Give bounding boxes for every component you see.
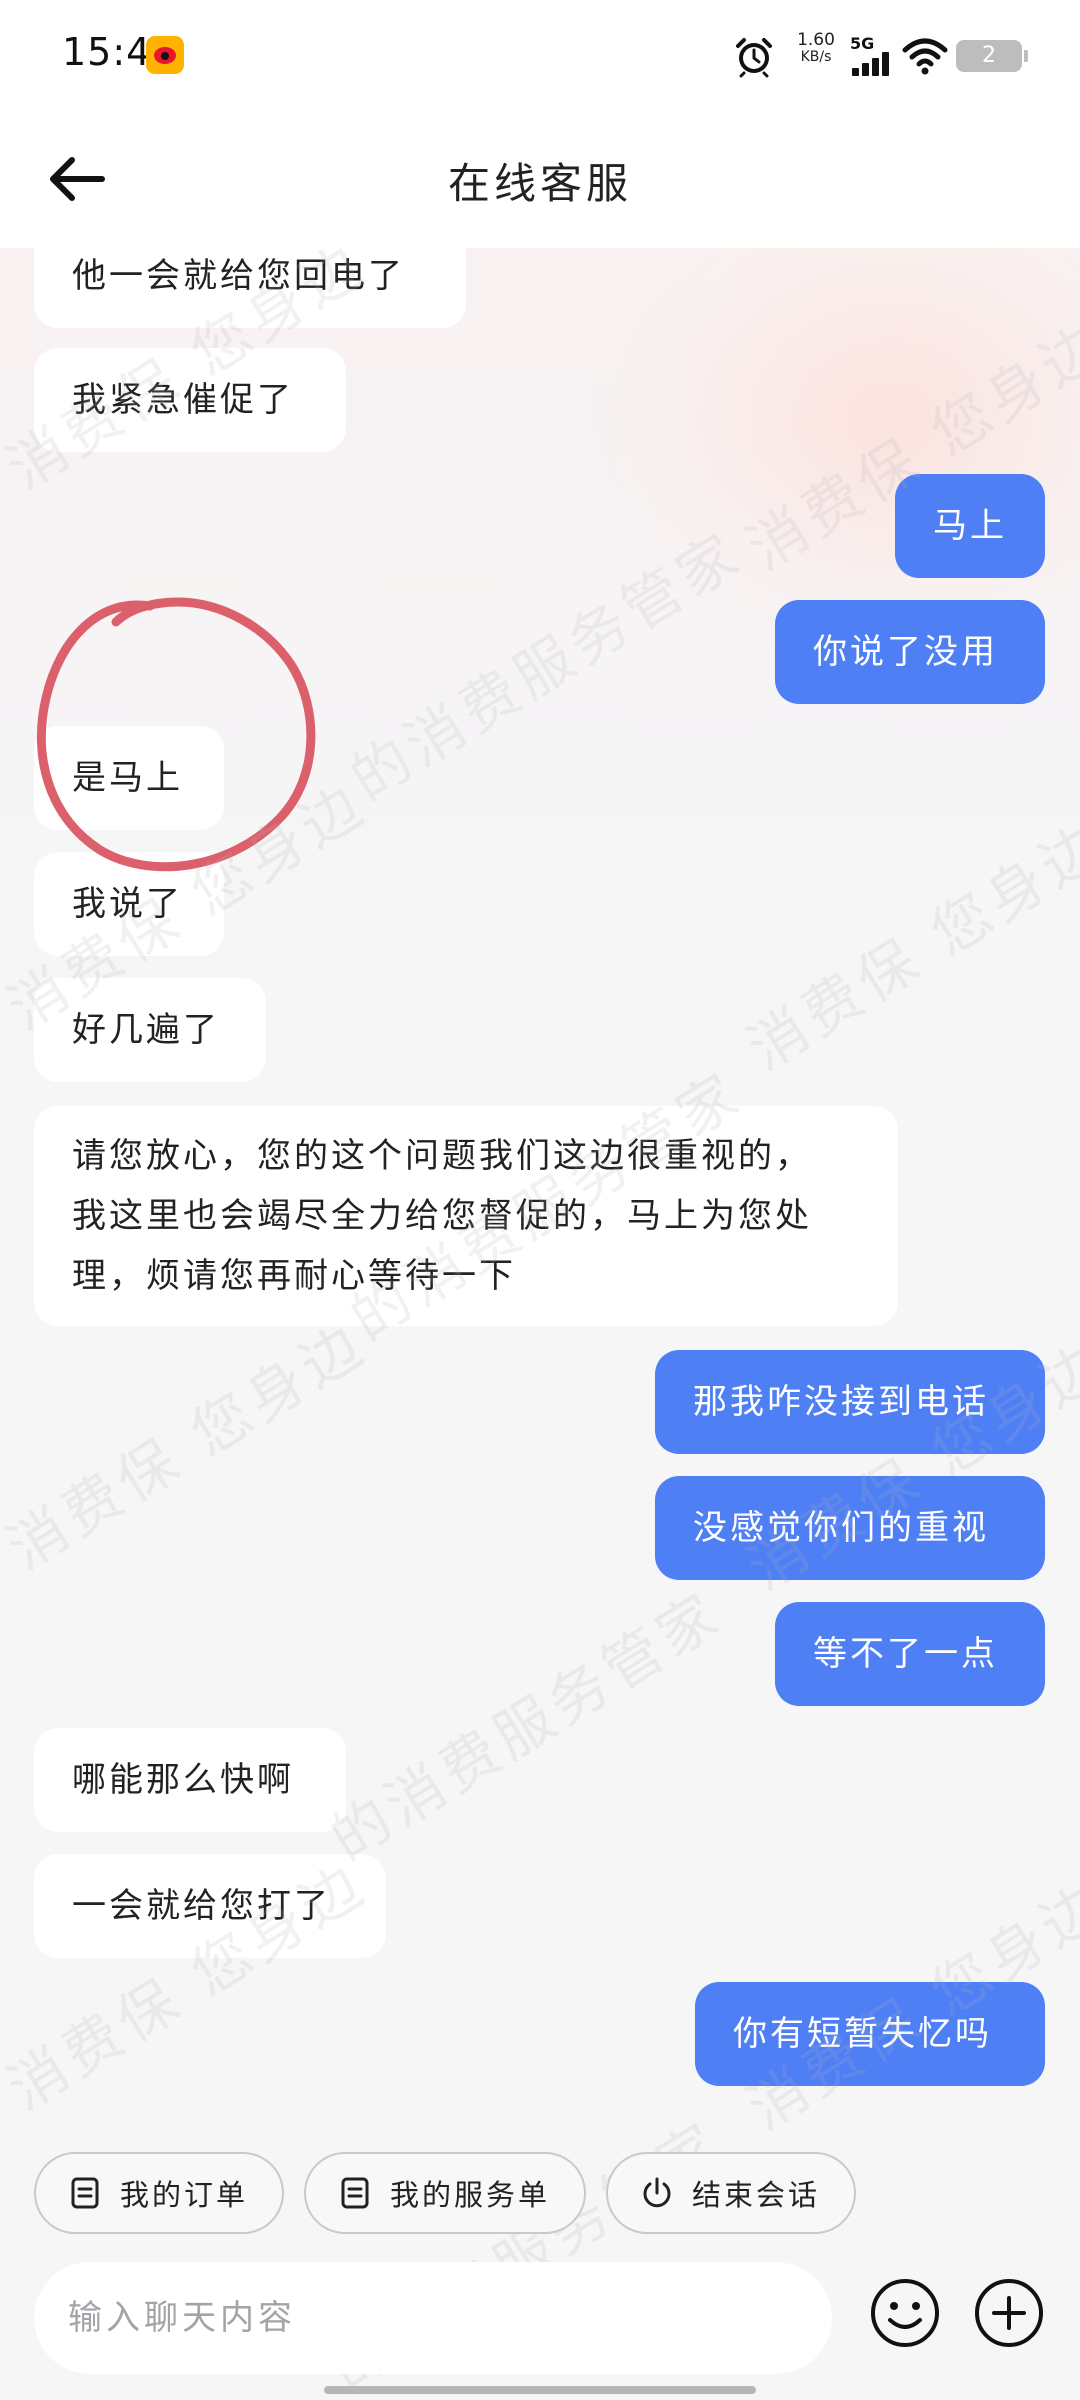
service-order-icon <box>341 2177 369 2209</box>
quick-actions: 我的订单 我的服务单 结束会话 <box>0 2152 1080 2236</box>
header-bar: 在线客服 <box>0 110 1080 248</box>
message-text: 一会就给您打了 <box>72 1886 331 1926</box>
power-icon <box>643 2177 671 2208</box>
user-message: 那我咋没接到电话 <box>655 1350 1045 1454</box>
agent-message: 是马上 <box>34 726 224 830</box>
wifi-icon <box>902 38 948 75</box>
home-indicator[interactable] <box>324 2386 756 2394</box>
message-text: 哪能那么快啊 <box>72 1760 294 1800</box>
my-orders-label: 我的订单 <box>120 2178 249 2212</box>
end-session-label: 结束会话 <box>692 2178 821 2212</box>
network-type: 5G <box>850 34 875 53</box>
message-text: 是马上 <box>72 758 183 798</box>
message-text-line: 请您放心，您的这个问题我们这边很重视的， <box>72 1136 812 1176</box>
battery-indicator: 2 <box>956 40 1028 72</box>
network-speed-value: 1.60 <box>797 30 835 50</box>
agent-message: 好几遍了 <box>34 978 266 1082</box>
plus-icon[interactable] <box>972 2276 1046 2350</box>
user-message: 你说了没用 <box>775 600 1045 704</box>
weibo-notification-icon <box>146 36 184 74</box>
agent-message: 哪能那么快啊 <box>34 1728 346 1832</box>
end-session-button[interactable]: 结束会话 <box>606 2152 857 2234</box>
network-speed-unit: KB/s <box>800 48 832 65</box>
message-text: 好几遍了 <box>72 1010 220 1050</box>
agent-message: 一会就给您打了 <box>34 1854 386 1958</box>
network-speed: 1.60 KB/s <box>790 30 842 65</box>
message-text-line: 理，烦请您再耐心等待一下 <box>72 1256 516 1296</box>
agent-message: 我紧急催促了 <box>34 348 346 452</box>
message-text: 等不了一点 <box>813 1634 998 1674</box>
message-text: 马上 <box>933 506 1007 546</box>
emoji-icon[interactable] <box>868 2276 942 2350</box>
user-message: 马上 <box>895 474 1045 578</box>
message-text: 你有短暂失忆吗 <box>733 2014 992 2054</box>
chat-input[interactable] <box>34 2262 832 2374</box>
my-orders-button[interactable]: 我的订单 <box>34 2152 285 2234</box>
agent-message: 请您放心，您的这个问题我们这边很重视的， 我这里也会竭尽全力给您督促的，马上为您… <box>34 1106 898 1326</box>
my-service-orders-label: 我的服务单 <box>390 2178 551 2212</box>
message-text: 那我咋没接到电话 <box>693 1382 989 1422</box>
agent-message: 他一会就给您回电了 <box>34 248 466 328</box>
message-text: 我紧急催促了 <box>72 380 294 420</box>
message-text: 我说了 <box>72 884 183 924</box>
user-message: 你有短暂失忆吗 <box>695 1982 1045 2086</box>
chat-screen: 15:44 1.60 KB/s 5G 2 在线客服 他一会就给您回电了 我紧急催… <box>0 0 1080 2400</box>
message-text-line: 我这里也会竭尽全力给您督促的，马上为您处 <box>72 1196 812 1236</box>
alarm-icon <box>736 38 772 78</box>
my-service-orders-button[interactable]: 我的服务单 <box>304 2152 587 2234</box>
order-icon <box>71 2177 99 2209</box>
agent-message: 我说了 <box>34 852 224 956</box>
message-list[interactable]: 他一会就给您回电了 我紧急催促了 马上 你说了没用 是马上 我说了 好几遍了 请… <box>0 248 1080 2128</box>
message-text: 他一会就给您回电了 <box>72 256 405 296</box>
user-message: 等不了一点 <box>775 1602 1045 1706</box>
user-message: 没感觉你们的重视 <box>655 1476 1045 1580</box>
input-bar <box>0 2262 1080 2378</box>
message-text: 没感觉你们的重视 <box>693 1508 989 1548</box>
page-title: 在线客服 <box>447 159 632 208</box>
status-bar: 15:44 1.60 KB/s 5G 2 <box>0 0 1080 110</box>
message-text: 你说了没用 <box>813 632 998 672</box>
cellular-signal-icon: 5G <box>850 34 898 78</box>
